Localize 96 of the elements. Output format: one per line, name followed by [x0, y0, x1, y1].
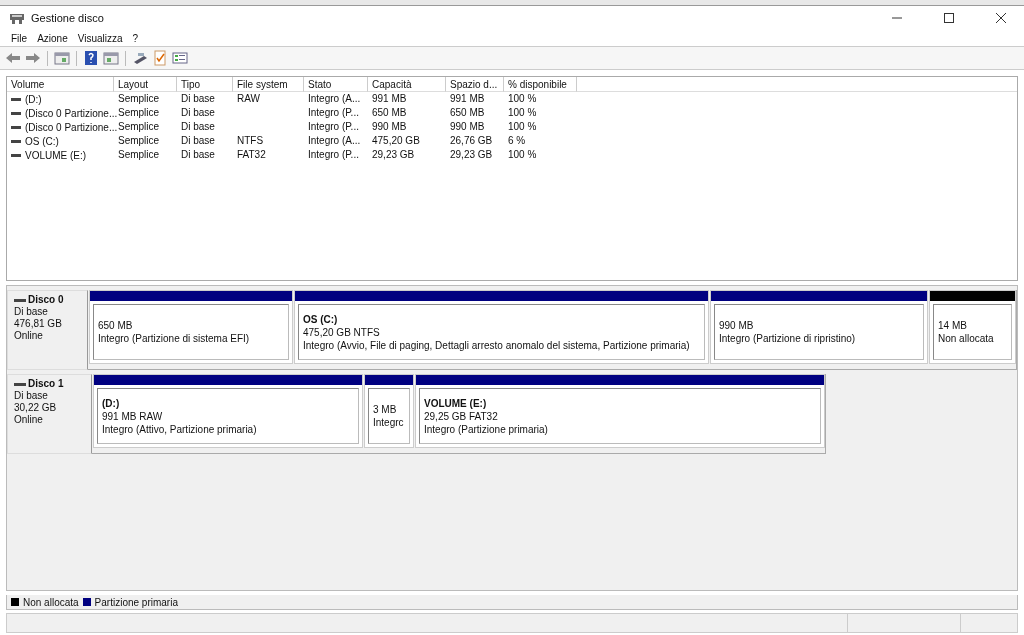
- table-cell: Di base: [181, 121, 215, 132]
- table-cell: (D:): [25, 93, 42, 105]
- partition-block[interactable]: 990 MB Integro (Partizione di ripristino): [710, 290, 928, 364]
- partition-status: Integro (Partizione di ripristino): [719, 332, 857, 345]
- disk-name: Disco 1: [28, 378, 64, 390]
- partition-block[interactable]: VOLUME (E:) 29,25 GB FAT32 Integro (Partizione primaria): [415, 374, 825, 448]
- disk-status: Online: [14, 330, 44, 342]
- partition-status: Non allocata: [938, 332, 995, 345]
- partition-size: 14 MB: [938, 319, 968, 332]
- partition-block[interactable]: OS (C:) 475,20 GB NTFS Integro (Avvio, File di paging, Dettagli arresto anomalo del sistema, Partizione primaria): [294, 290, 709, 364]
- column-header[interactable]: Volume: [7, 77, 114, 92]
- partition-title: OS (C:): [303, 312, 339, 326]
- partition-status: Integro (Avvio, File di paging, Dettagli arresto anomalo del sistema, Partizione primaria): [303, 338, 691, 352]
- partition-status: Integro (Attivo, Partizione primaria): [102, 422, 258, 436]
- partition-size: 29,25 GB FAT32: [424, 409, 499, 423]
- partition-block[interactable]: 650 MB Integro (Partizione di sistema EFI): [89, 290, 293, 364]
- table-cell: 991 MB: [450, 93, 485, 104]
- table-cell: 29,23 GB: [372, 149, 415, 160]
- legend-label: Non allocata: [23, 596, 79, 608]
- partition-size: 990 MB: [719, 319, 755, 332]
- table-cell: 29,23 GB: [450, 149, 493, 160]
- column-header[interactable]: Stato: [304, 77, 368, 92]
- table-cell: FAT32: [237, 149, 266, 160]
- table-cell: 26,76 GB: [450, 135, 493, 146]
- column-header[interactable]: Capacità: [368, 77, 446, 92]
- checklist-icon[interactable]: [152, 50, 168, 66]
- column-header[interactable]: Tipo: [177, 77, 233, 92]
- table-cell: 100 %: [508, 121, 537, 132]
- app-icon: [9, 11, 25, 25]
- column-header[interactable]: % disponibile: [504, 77, 577, 92]
- table-cell: 991 MB: [372, 93, 407, 104]
- partition-status: Integrc: [373, 416, 405, 429]
- table-cell: Integro (P...: [308, 121, 359, 132]
- close-icon[interactable]: [996, 13, 1006, 23]
- partition-size: 475,20 GB NTFS: [303, 325, 381, 339]
- window-title: Gestione disco: [31, 12, 105, 24]
- disk-type: Di base: [14, 390, 49, 402]
- table-cell: 650 MB: [450, 107, 485, 118]
- disk-size: 476,81 GB: [14, 318, 63, 330]
- partition-size: 3 MB: [373, 403, 398, 416]
- partition-block[interactable]: (D:) 991 MB RAW Integro (Attivo, Partizione primaria): [93, 374, 363, 448]
- table-cell: 6 %: [508, 135, 526, 146]
- table-cell: 990 MB: [450, 121, 485, 132]
- maximize-icon[interactable]: [944, 13, 954, 23]
- table-cell: RAW: [237, 93, 260, 104]
- table-cell: Semplice: [118, 93, 160, 104]
- table-cell: 100 %: [508, 107, 537, 118]
- partition-title: VOLUME (E:): [424, 396, 488, 410]
- partition-status: Integro (Partizione primaria): [424, 422, 549, 436]
- table-cell: VOLUME (E:): [25, 149, 87, 161]
- table-cell: 100 %: [508, 149, 537, 160]
- table-cell: Semplice: [118, 149, 160, 160]
- table-cell: Integro (P...: [308, 107, 359, 118]
- partition-status: Integro (Partizione di sistema EFI): [98, 332, 251, 345]
- legend-label: Partizione primaria: [94, 596, 178, 608]
- menu-item[interactable]: Azione: [32, 32, 73, 44]
- back-arrow-icon[interactable]: [5, 50, 21, 66]
- table-cell: (Disco 0 Partizione...: [25, 121, 118, 133]
- drive-icon: [14, 382, 26, 386]
- partition-size: 991 MB RAW: [102, 409, 164, 423]
- disk-status: Online: [14, 414, 44, 426]
- column-header[interactable]: Spazio d...: [446, 77, 504, 92]
- partition-block[interactable]: 3 MB Integrc: [364, 374, 414, 448]
- forward-arrow-icon[interactable]: [25, 50, 41, 66]
- table-cell: Di base: [181, 135, 215, 146]
- menu-item[interactable]: File: [6, 32, 33, 44]
- table-cell: Semplice: [118, 121, 160, 132]
- table-cell: Integro (A...: [308, 93, 361, 104]
- table-cell: OS (C:): [25, 135, 59, 147]
- properties-icon[interactable]: [172, 50, 188, 66]
- table-cell: 990 MB: [372, 121, 407, 132]
- partition-size: 650 MB: [98, 319, 134, 332]
- table-cell: Semplice: [118, 107, 160, 118]
- menu-item[interactable]: ?: [127, 32, 144, 44]
- disk-size: 30,22 GB: [14, 402, 58, 414]
- help-icon[interactable]: [83, 50, 99, 66]
- table-cell: Di base: [181, 93, 215, 104]
- table-cell: NTFS: [237, 135, 264, 146]
- column-header[interactable]: File system: [233, 77, 304, 92]
- partition-block[interactable]: 14 MB Non allocata: [929, 290, 1016, 364]
- table-cell: 475,20 GB: [372, 135, 420, 146]
- table-cell: Integro (P...: [308, 149, 359, 160]
- table-cell: Integro (A...: [308, 135, 361, 146]
- table-cell: 650 MB: [372, 107, 407, 118]
- panel-icon[interactable]: [54, 50, 70, 66]
- menu-item[interactable]: Visualizza: [72, 32, 128, 44]
- drive-icon: [14, 298, 26, 302]
- column-header[interactable]: Layout: [114, 77, 177, 92]
- disk-name: Disco 0: [28, 294, 64, 306]
- table-cell: Di base: [181, 107, 215, 118]
- table-cell: Di base: [181, 149, 215, 160]
- disk-type: Di base: [14, 306, 49, 318]
- table-cell: (Disco 0 Partizione...: [25, 107, 118, 119]
- partition-title: (D:): [102, 396, 121, 410]
- table-cell: 100 %: [508, 93, 537, 104]
- table-cell: Semplice: [118, 135, 160, 146]
